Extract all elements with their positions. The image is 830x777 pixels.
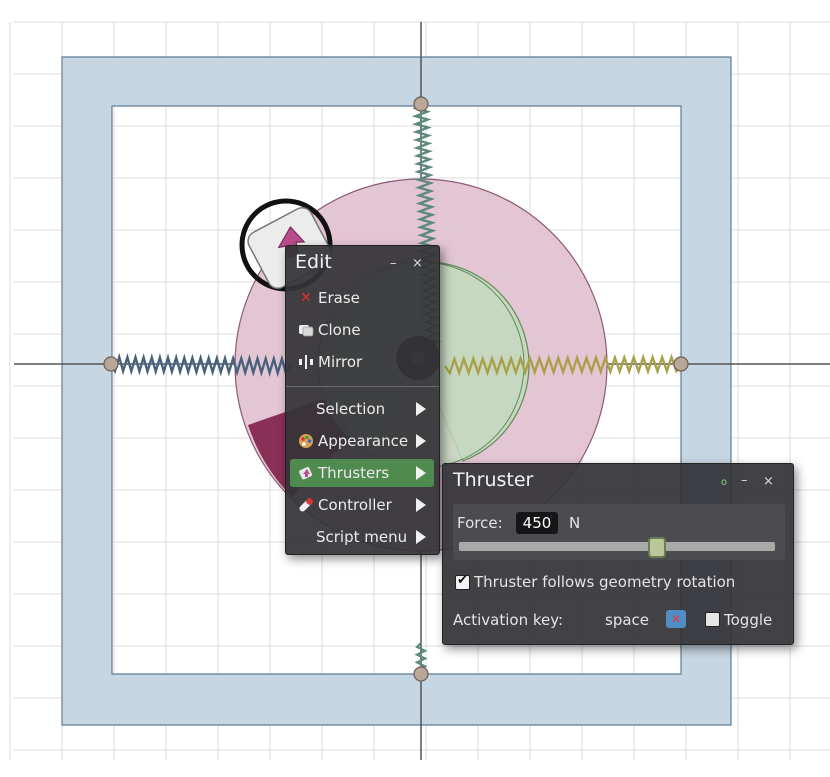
menu-item-script-menu-label: Script menu [316, 528, 408, 546]
anchor-right [673, 356, 689, 372]
anchor-left [103, 356, 119, 372]
clear-key-button[interactable]: ✕ [666, 610, 686, 628]
submenu-arrow-icon [416, 466, 426, 480]
force-slider-thumb[interactable] [647, 537, 666, 558]
thruster-minimize-button[interactable]: – [741, 474, 748, 487]
menu-item-selection[interactable]: Selection [290, 395, 434, 423]
controller-icon [296, 497, 316, 513]
force-slider-track[interactable] [459, 542, 775, 551]
menu-item-selection-label: Selection [316, 400, 386, 418]
cross-icon: ✕ [300, 290, 312, 306]
thruster-icon [296, 465, 316, 481]
anchor-top [413, 96, 429, 112]
follows-rotation-checkbox[interactable] [455, 573, 470, 590]
menu-item-thrusters[interactable]: Thrusters [290, 459, 434, 487]
menu-item-erase-label: Erase [318, 289, 360, 307]
menu-item-controller-label: Controller [318, 496, 392, 514]
menu-item-clone-label: Clone [318, 321, 361, 339]
force-value-input[interactable]: 450 [516, 512, 558, 534]
activation-key-value[interactable]: space [605, 611, 649, 629]
menu-item-appearance-label: Appearance [318, 432, 409, 450]
menu-separator [286, 386, 439, 387]
clone-icon [296, 323, 316, 337]
submenu-arrow-icon [416, 434, 426, 448]
submenu-arrow-icon [416, 498, 426, 512]
menu-item-appearance[interactable]: Appearance [290, 427, 434, 455]
pin-icon[interactable]: o [721, 476, 727, 489]
edit-menu: Edit – × ✕ Erase Clone Mirror Selection … [285, 245, 440, 555]
edit-menu-title: Edit [295, 251, 332, 273]
palette-icon [296, 433, 316, 449]
submenu-arrow-icon [416, 530, 426, 544]
follows-rotation-label: Thruster follows geometry rotation [474, 573, 736, 591]
force-unit: N [569, 514, 581, 532]
toggle-checkbox[interactable] [705, 612, 720, 627]
menu-item-script-menu[interactable]: Script menu [290, 523, 434, 551]
edit-menu-minimize-button[interactable]: – [390, 257, 397, 270]
menu-item-erase[interactable]: ✕ Erase [290, 284, 434, 312]
thruster-panel-title: Thruster [453, 469, 534, 491]
submenu-arrow-icon [416, 402, 426, 416]
force-label: Force: [457, 514, 503, 532]
menu-item-mirror-label: Mirror [318, 353, 363, 371]
menu-item-thrusters-label: Thrusters [318, 464, 390, 482]
edit-menu-close-button[interactable]: × [412, 257, 423, 270]
force-section [453, 504, 785, 560]
menu-item-clone[interactable]: Clone [290, 316, 434, 344]
mirror-icon [296, 354, 316, 370]
menu-item-mirror[interactable]: Mirror [290, 348, 434, 376]
anchor-bottom [413, 666, 429, 682]
menu-item-controller[interactable]: Controller [290, 491, 434, 519]
thruster-panel: Thruster o – × Force: 450 N Thruster fol… [442, 463, 794, 645]
thruster-close-button[interactable]: × [763, 475, 774, 488]
toggle-label: Toggle [724, 611, 773, 629]
activation-key-label: Activation key: [453, 611, 564, 629]
